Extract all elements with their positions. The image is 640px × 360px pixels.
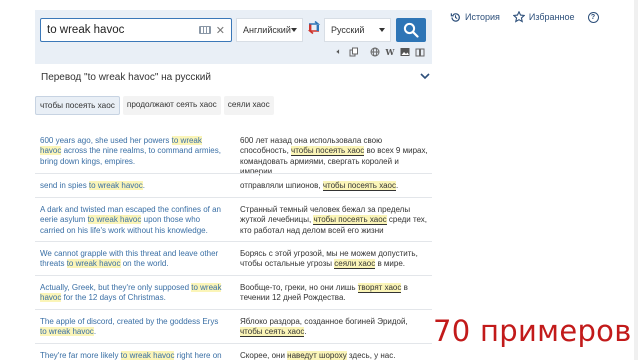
scrollbar[interactable]: [634, 0, 638, 360]
history-label: История: [465, 12, 500, 22]
example-translation[interactable]: Странный темный человек бежал за пределы…: [240, 205, 432, 236]
highlighted-phrase: чтобы сеять хаос: [240, 327, 305, 338]
history-icon: [450, 12, 460, 22]
example-row: A dark and twisted man escaped the confi…: [35, 197, 432, 241]
example-translation[interactable]: Яблоко раздора, созданное богиней Эридой…: [240, 317, 432, 338]
globe-icon[interactable]: [369, 46, 381, 58]
chip-filter[interactable]: сеяли хаос: [223, 96, 274, 115]
highlighted-phrase: чтобы посеять хаос: [313, 215, 387, 226]
chevron-down-icon: [379, 28, 385, 32]
example-source[interactable]: send in spies to wreak havoc.: [40, 181, 225, 191]
example-row: Actually, Greek, but they're only suppos…: [35, 275, 432, 309]
example-text: on the world.: [120, 259, 169, 269]
example-text: в мире.: [375, 259, 406, 269]
example-text: 600 years ago, she used her powers: [40, 136, 172, 145]
help-icon[interactable]: ?: [587, 11, 599, 23]
book-icon[interactable]: [414, 46, 426, 58]
target-language-label: Русский: [331, 25, 365, 35]
search-input[interactable]: to wreak havoc ✕: [40, 18, 232, 42]
search-button[interactable]: [396, 18, 426, 42]
search-panel: to wreak havoc ✕ Английский Русский 🔈︎ W: [35, 10, 432, 64]
example-text: for the 12 days of Christmas.: [61, 293, 166, 303]
translation-heading: Перевод "to wreak havoc" на русский: [41, 72, 211, 83]
example-source[interactable]: A dark and twisted man escaped the confi…: [40, 205, 225, 236]
example-text: Actually, Greek, but they're only suppos…: [40, 283, 192, 292]
history-link[interactable]: История: [450, 12, 500, 23]
highlighted-phrase: чтобы посеять хаос: [291, 146, 365, 157]
highlighted-phrase: to wreak havoc: [40, 327, 94, 337]
highlighted-phrase: to wreak havoc: [120, 351, 175, 360]
highlighted-phrase: to wreak havoc: [66, 259, 121, 269]
chevron-down-icon[interactable]: [420, 72, 430, 80]
example-row: We cannot grapple with this threat and l…: [35, 241, 432, 275]
example-row: The apple of discord, created by the god…: [35, 309, 432, 343]
toolbar: 🔈︎ W: [333, 46, 426, 60]
chip-filter[interactable]: чтобы посеять хаос: [35, 96, 120, 115]
swap-icon: [307, 20, 321, 35]
example-text: .: [304, 327, 307, 337]
translation-filter-chips: чтобы посеять хаос продолжают сеять хаос…: [35, 96, 274, 115]
example-source[interactable]: The apple of discord, created by the god…: [40, 317, 225, 338]
highlighted-phrase: сеяли хаос: [334, 259, 376, 270]
translation-heading-row: Перевод "to wreak havoc" на русский: [35, 67, 432, 89]
example-text: Скорее, они: [240, 351, 288, 360]
example-translation[interactable]: отправляли шпионов, чтобы посеять хаос.: [240, 181, 432, 191]
example-text: .: [142, 181, 145, 190]
example-source[interactable]: 600 years ago, she used her powers to wr…: [40, 136, 225, 167]
speaker-icon[interactable]: 🔈︎: [333, 46, 345, 58]
example-translation[interactable]: Борясь с этой угрозой, мы не можем допус…: [240, 249, 432, 270]
search-icon: [403, 22, 419, 38]
example-translation[interactable]: 600 лет назад она использовала свою спос…: [240, 136, 432, 178]
wikipedia-icon[interactable]: W: [384, 46, 396, 58]
chevron-down-icon: [291, 28, 297, 32]
example-text: send in spies: [40, 181, 89, 190]
image-icon[interactable]: [399, 46, 411, 58]
target-language-select[interactable]: Русский: [324, 18, 391, 42]
example-row: 600 years ago, she used her powers to wr…: [35, 129, 432, 176]
source-language-label: Английский: [243, 25, 291, 35]
example-source[interactable]: They're far more likely to wreak havoc r…: [40, 351, 225, 360]
highlighted-phrase: to wreak havoc: [88, 181, 143, 190]
examples-count-overlay: 70 примеров: [433, 314, 632, 348]
example-translation[interactable]: Вообще-то, греки, но они лишь творят хао…: [240, 283, 432, 304]
copy-icon[interactable]: [348, 46, 360, 58]
example-text: отправляли шпионов,: [240, 181, 323, 190]
star-icon: [512, 11, 525, 23]
source-language-select[interactable]: Английский: [236, 18, 303, 42]
top-links: История Избранное ?: [450, 11, 599, 23]
example-text: .: [93, 327, 97, 337]
example-text: Вообще-то, греки, но они лишь: [240, 283, 358, 292]
example-text: .: [396, 181, 399, 190]
highlighted-phrase: to wreak havoc: [87, 215, 142, 225]
example-text: The apple of discord, created by the god…: [40, 317, 219, 326]
search-query[interactable]: to wreak havoc: [41, 24, 199, 36]
example-text: здесь, у нас.: [346, 351, 396, 360]
keyboard-icon[interactable]: [198, 26, 211, 34]
example-text: Яблоко раздора, созданное богиней Эридой…: [240, 317, 408, 326]
example-source[interactable]: We cannot grapple with this threat and l…: [40, 249, 225, 270]
clear-icon[interactable]: ✕: [216, 24, 225, 37]
example-row: They're far more likely to wreak havoc r…: [35, 343, 432, 360]
example-text: They're far more likely: [40, 351, 121, 360]
chip-filter[interactable]: продолжают сеять хаос: [122, 96, 221, 115]
highlighted-phrase: чтобы посеять хаос: [322, 181, 396, 191]
example-row: send in spies to wreak havoc. отправляли…: [35, 173, 432, 197]
highlighted-phrase: наведут шороху: [287, 351, 347, 360]
example-text: across the nine realms, to command armie…: [40, 146, 221, 166]
favorites-label: Избранное: [528, 12, 575, 22]
swap-languages-button[interactable]: [306, 20, 322, 39]
example-source[interactable]: Actually, Greek, but they're only suppos…: [40, 283, 225, 304]
favorites-link[interactable]: Избранное: [512, 11, 575, 23]
example-translation[interactable]: Скорее, они наведут шороху здесь, у нас.: [240, 351, 432, 360]
highlighted-phrase: творят хаос: [357, 283, 402, 293]
